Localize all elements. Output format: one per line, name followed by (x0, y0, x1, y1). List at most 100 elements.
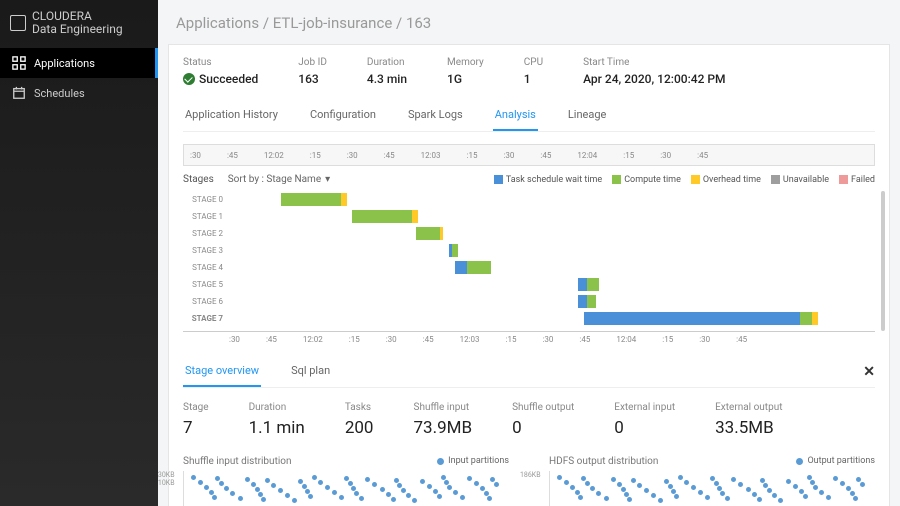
gantt-bar[interactable] (584, 312, 818, 325)
gantt-chart[interactable]: STAGE 0STAGE 1STAGE 2STAGE 3STAGE 4STAGE… (183, 191, 875, 327)
tick: :30 (699, 335, 710, 344)
scatter-left[interactable]: 430KB410KB (183, 471, 509, 506)
tick: :45 (266, 335, 277, 344)
tick: :30 (347, 151, 358, 160)
gantt-track (229, 276, 875, 293)
point (386, 492, 391, 497)
point (325, 485, 330, 490)
gantt-bar[interactable] (281, 193, 347, 206)
point (596, 491, 601, 496)
tab-analysis[interactable]: Analysis (493, 100, 538, 131)
point (318, 480, 323, 485)
gantt-bar[interactable] (352, 210, 418, 223)
gantt-bar[interactable] (578, 278, 599, 291)
gantt-row[interactable]: STAGE 7 (183, 310, 875, 327)
tab-configuration[interactable]: Configuration (308, 100, 378, 131)
gantt-axis: :30:4512:02:15:30:4512:03:15:30:4512:04:… (183, 331, 875, 344)
sidebar-item-applications[interactable]: Applications (0, 48, 158, 78)
ov-tasks-value: 200 (345, 418, 374, 438)
gantt-bar[interactable] (449, 244, 458, 257)
tick: :15 (662, 335, 673, 344)
point (224, 486, 229, 491)
jobid-label: Job ID (298, 57, 327, 68)
point (453, 490, 458, 495)
point (490, 477, 495, 482)
point (853, 496, 858, 501)
subtab-sql-plan[interactable]: Sql plan (289, 356, 332, 387)
gantt-bar[interactable] (416, 227, 443, 240)
bar-segment-compute (587, 278, 599, 291)
scrollbar[interactable] (881, 191, 885, 331)
breadcrumb-root[interactable]: Applications (176, 14, 259, 32)
gantt-row[interactable]: STAGE 4 (183, 259, 875, 276)
gantt-track (229, 208, 875, 225)
tab-lineage[interactable]: Lineage (566, 100, 609, 131)
point (365, 477, 370, 482)
tick: :30 (190, 151, 201, 160)
tick: :45 (384, 151, 395, 160)
point (617, 482, 622, 487)
stage-label: STAGE 2 (183, 229, 229, 238)
stage-label: STAGE 0 (183, 195, 229, 204)
stage-label: STAGE 1 (183, 212, 229, 221)
point (238, 496, 243, 501)
gantt-row[interactable]: STAGE 5 (183, 276, 875, 293)
point (437, 494, 442, 499)
point (664, 479, 669, 484)
point (637, 483, 642, 488)
tab-application-history[interactable]: Application History (183, 100, 280, 131)
tick: :15 (467, 151, 478, 160)
point (860, 482, 865, 487)
memory-label: Memory (447, 57, 484, 68)
point (826, 495, 831, 500)
gantt-track (229, 242, 875, 259)
dot-icon (796, 458, 803, 465)
point (212, 495, 217, 500)
ov-shin-label: Shuffle input (414, 402, 473, 413)
gantt-row[interactable]: STAGE 6 (183, 293, 875, 310)
nav: ApplicationsSchedules (0, 48, 158, 108)
tab-spark-logs[interactable]: Spark Logs (406, 100, 465, 131)
grid-icon (12, 56, 26, 70)
duration-value: 4.3 min (367, 72, 407, 86)
sort-by[interactable]: Sort by : Stage Name ▾ (228, 174, 330, 185)
sidebar: CLOUDERA Data Engineering ApplicationsSc… (0, 0, 158, 506)
point (401, 488, 406, 493)
point (285, 493, 290, 498)
tick: :45 (736, 335, 747, 344)
tick: :30 (386, 335, 397, 344)
subtab-stage-overview[interactable]: Stage overview (183, 356, 261, 387)
scatter-right[interactable]: 186KB (549, 471, 875, 506)
timeline-ruler[interactable]: :30:4512:02:15:30:4512:03:15:30:4512:04:… (183, 144, 875, 166)
point (219, 481, 224, 486)
legend-item: Task schedule wait time (494, 175, 602, 185)
cpu-label: CPU (524, 57, 543, 68)
point (833, 476, 838, 481)
gantt-row[interactable]: STAGE 3 (183, 242, 875, 259)
point (778, 498, 783, 503)
bar-segment-wait (584, 312, 800, 325)
legend-item: Unavailable (771, 175, 829, 185)
gantt-bar[interactable] (455, 261, 491, 274)
sidebar-item-schedules[interactable]: Schedules (0, 78, 158, 108)
point (557, 475, 562, 480)
close-icon[interactable]: ✕ (863, 364, 875, 380)
breadcrumb-item[interactable]: ETL-job-insurance (273, 14, 393, 32)
point (581, 476, 586, 481)
legend-item: Failed (839, 175, 875, 185)
gantt-row[interactable]: STAGE 0 (183, 191, 875, 208)
tick: :30 (660, 151, 671, 160)
memory-value: 1G (447, 72, 484, 86)
point (856, 477, 861, 482)
bar-segment-overhead (440, 227, 443, 240)
bar-segment-wait (578, 295, 587, 308)
bar-segment-wait (455, 261, 467, 274)
point (215, 476, 220, 481)
point (803, 494, 808, 499)
gantt-bar[interactable] (578, 295, 596, 308)
tick: :45 (579, 335, 590, 344)
point (480, 486, 485, 491)
gantt-row[interactable]: STAGE 1 (183, 208, 875, 225)
gantt-row[interactable]: STAGE 2 (183, 225, 875, 242)
legend-swatch (839, 175, 848, 184)
